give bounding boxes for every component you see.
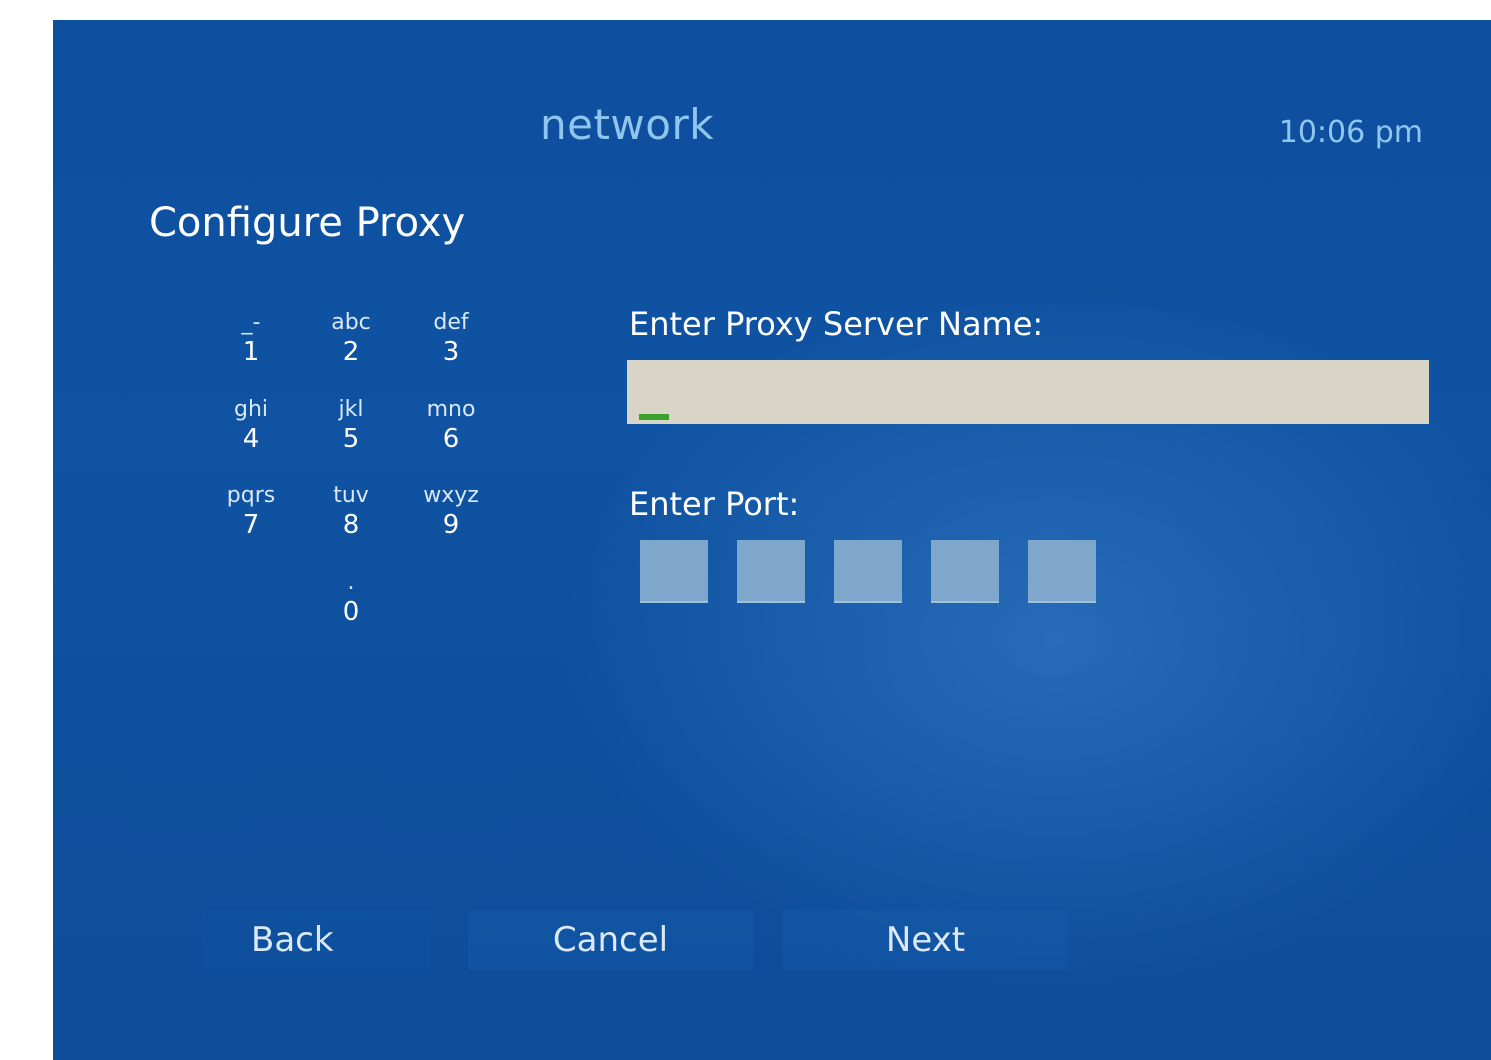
keypad-key-letters: jkl — [338, 397, 364, 422]
keypad-key-9[interactable]: wxyz 9 — [401, 483, 501, 541]
clock: 10:06 pm — [1278, 115, 1423, 150]
keypad-key-letters: def — [433, 310, 469, 335]
text-cursor — [639, 414, 669, 420]
keypad-key-4[interactable]: ghi 4 — [201, 397, 301, 455]
keypad-key-digit: 2 — [342, 337, 360, 367]
keypad-key-letters: wxyz — [423, 483, 479, 508]
keypad-key-digit: 8 — [342, 510, 360, 540]
port-digit-box[interactable] — [834, 540, 902, 603]
port-digit-box[interactable] — [737, 540, 805, 603]
cancel-button[interactable]: Cancel — [468, 910, 753, 970]
back-button[interactable]: Back — [203, 910, 431, 970]
keypad-key-8[interactable]: tuv 8 — [301, 483, 401, 541]
keypad-key-6[interactable]: mno 6 — [401, 397, 501, 455]
keypad-key-digit: 0 — [342, 597, 360, 627]
proxy-server-input[interactable] — [627, 360, 1429, 424]
port-label: Enter Port: — [629, 485, 800, 523]
media-center-screen: network 10:06 pm Configure Proxy _- 1 ab… — [53, 20, 1491, 1060]
keypad-key-3[interactable]: def 3 — [401, 310, 501, 368]
keypad-key-digit: 9 — [442, 510, 460, 540]
port-digit-box[interactable] — [931, 540, 999, 603]
keypad-key-digit: 5 — [342, 424, 360, 454]
keypad-key-7[interactable]: pqrs 7 — [201, 483, 301, 541]
keypad-key-letters: . — [347, 570, 355, 595]
keypad-key-digit: 4 — [242, 424, 260, 454]
keypad-key-letters: _- — [241, 310, 261, 335]
keypad-key-letters: mno — [426, 397, 476, 422]
port-digit-box[interactable] — [640, 540, 708, 603]
app-title: network — [540, 100, 715, 149]
keypad-key-letters: tuv — [333, 483, 369, 508]
keypad-key-2[interactable]: abc 2 — [301, 310, 401, 368]
keypad-key-1[interactable]: _- 1 — [201, 310, 301, 368]
keypad-key-digit: 6 — [442, 424, 460, 454]
keypad-key-letters: pqrs — [226, 483, 276, 508]
keypad-key-digit: 1 — [242, 337, 260, 367]
keypad-key-letters: abc — [331, 310, 371, 335]
keypad-key-5[interactable]: jkl 5 — [301, 397, 401, 455]
keypad-key-letters: ghi — [233, 397, 269, 422]
proxy-server-label: Enter Proxy Server Name: — [629, 305, 1044, 343]
keypad-key-digit: 7 — [242, 510, 260, 540]
port-digit-box[interactable] — [1028, 540, 1096, 603]
next-button[interactable]: Next — [783, 910, 1068, 970]
keypad-key-0[interactable]: . 0 — [301, 570, 401, 628]
page-title: Configure Proxy — [149, 200, 466, 246]
keypad-key-digit: 3 — [442, 337, 460, 367]
